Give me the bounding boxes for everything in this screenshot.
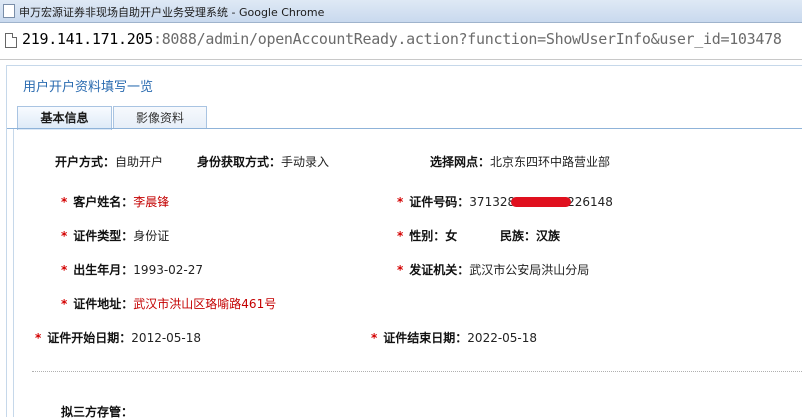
name-value: 李晨锋 bbox=[133, 195, 170, 209]
window-title: 申万宏源证券非现场自助开户业务受理系统 - Google Chrome bbox=[19, 6, 325, 19]
start-date-label: 证件开始日期： bbox=[47, 331, 132, 345]
id-method-label: 身份获取方式： bbox=[197, 155, 282, 169]
document-icon bbox=[3, 4, 15, 18]
ethnicity-value: 汉族 bbox=[536, 229, 561, 243]
branch-label: 选择网点： bbox=[430, 155, 491, 169]
gender-label: 性别： bbox=[409, 229, 446, 243]
address-value: 武汉市洪山区珞喻路461号 bbox=[133, 297, 277, 311]
redaction-mark bbox=[511, 196, 572, 207]
open-method-label: 开户方式： bbox=[55, 155, 116, 169]
issuer-value: 武汉市公安局洪山分局 bbox=[469, 263, 590, 277]
content-area: 用户开户资料填写一览 基本信息 影像资料 开户方式：自助开户 身份获取方式：手动… bbox=[6, 65, 802, 420]
url-host: 219.141.171.205 bbox=[22, 30, 153, 48]
issuer-label: 发证机关： bbox=[409, 263, 470, 277]
id-type-value: 身份证 bbox=[133, 229, 170, 243]
required-mark: * bbox=[61, 229, 68, 243]
id-number-suffix: 226148 bbox=[567, 195, 613, 209]
required-mark: * bbox=[371, 331, 378, 345]
depository-label: 拟三方存管： bbox=[61, 405, 134, 419]
branch-field: 选择网点：北京东四环中路营业部 bbox=[430, 153, 610, 170]
end-date-value: 2022-05-18 bbox=[467, 331, 538, 345]
gender-field: * 性别：女 bbox=[397, 227, 457, 244]
ethnicity-field: 民族：汉族 bbox=[500, 227, 560, 244]
required-mark: * bbox=[61, 263, 68, 277]
end-date-field: * 证件结束日期：2022-05-18 bbox=[371, 329, 537, 346]
branch-value: 北京东四环中路营业部 bbox=[490, 155, 611, 169]
start-date-value: 2012-05-18 bbox=[131, 331, 202, 345]
address-field: * 证件地址：武汉市洪山区珞喻路461号 bbox=[61, 295, 276, 312]
url-text[interactable]: 219.141.171.205:8088/admin/openAccountRe… bbox=[22, 30, 782, 48]
url-path: :8088/admin/openAccountReady.action?func… bbox=[152, 30, 782, 48]
required-mark: * bbox=[397, 229, 404, 243]
gender-value: 女 bbox=[445, 229, 458, 243]
id-method-value: 手动录入 bbox=[281, 155, 330, 169]
required-mark: * bbox=[397, 263, 404, 277]
name-label: 客户姓名： bbox=[73, 195, 134, 209]
info-panel: 开户方式：自助开户 身份获取方式：手动录入 选择网点：北京东四环中路营业部 * 客… bbox=[13, 129, 802, 420]
required-mark: * bbox=[397, 195, 404, 209]
required-mark: * bbox=[35, 331, 42, 345]
end-date-label: 证件结束日期： bbox=[383, 331, 468, 345]
address-bar[interactable]: 219.141.171.205:8088/admin/openAccountRe… bbox=[0, 23, 802, 60]
id-number-field: * 证件号码：371328 226148 bbox=[397, 193, 613, 210]
id-number-label: 证件号码： bbox=[409, 195, 470, 209]
open-method-value: 自助开户 bbox=[115, 155, 164, 169]
tab-image-data[interactable]: 影像资料 bbox=[113, 106, 207, 129]
birth-field: * 出生年月：1993-02-27 bbox=[61, 261, 203, 278]
open-method-field: 开户方式：自助开户 bbox=[55, 153, 163, 170]
address-label: 证件地址： bbox=[73, 297, 134, 311]
id-number-prefix: 371328 bbox=[469, 195, 516, 209]
birth-label: 出生年月： bbox=[73, 263, 134, 277]
required-mark: * bbox=[61, 297, 68, 311]
page-icon bbox=[5, 33, 17, 48]
required-mark: * bbox=[61, 195, 68, 209]
window-titlebar: 申万宏源证券非现场自助开户业务受理系统 - Google Chrome bbox=[0, 0, 802, 23]
section-divider bbox=[32, 371, 802, 372]
start-date-field: * 证件开始日期：2012-05-18 bbox=[35, 329, 201, 346]
issuer-field: * 发证机关：武汉市公安局洪山分局 bbox=[397, 261, 589, 278]
depository-field: 拟三方存管： bbox=[61, 403, 133, 420]
tab-basic-info[interactable]: 基本信息 bbox=[17, 106, 112, 130]
ethnicity-label: 民族： bbox=[500, 229, 537, 243]
id-method-field: 身份获取方式：手动录入 bbox=[197, 153, 329, 170]
page-title: 用户开户资料填写一览 bbox=[23, 80, 154, 95]
id-type-label: 证件类型： bbox=[73, 229, 134, 243]
name-field: * 客户姓名：李晨锋 bbox=[61, 193, 169, 210]
birth-value: 1993-02-27 bbox=[133, 263, 204, 277]
id-type-field: * 证件类型：身份证 bbox=[61, 227, 169, 244]
